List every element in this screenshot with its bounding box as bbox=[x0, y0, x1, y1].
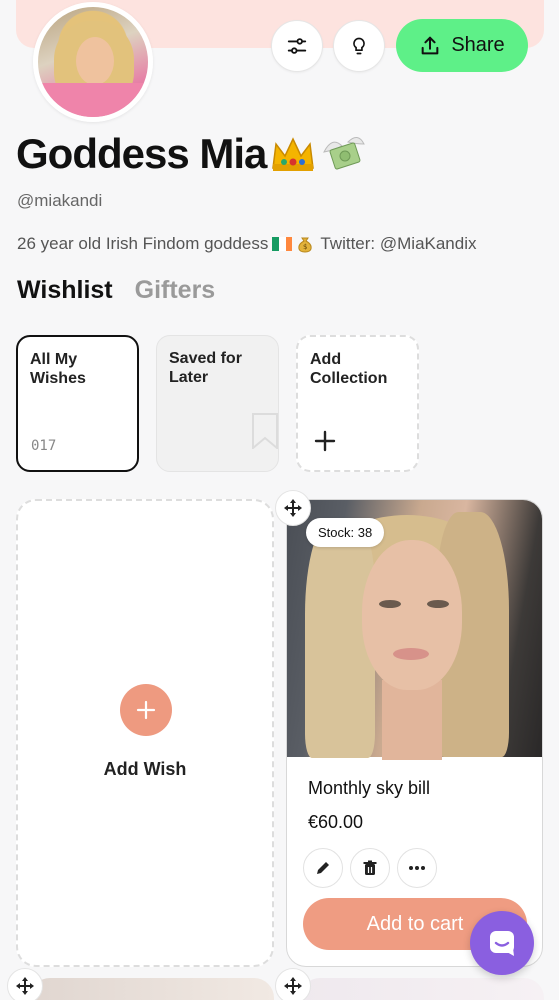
money-with-wings-emoji-icon bbox=[323, 137, 366, 170]
lightbulb-icon bbox=[353, 37, 365, 55]
chat-launcher[interactable] bbox=[470, 911, 534, 975]
chat-icon bbox=[490, 931, 514, 956]
move-icon bbox=[284, 499, 302, 517]
add-collection-button[interactable]: Add Collection bbox=[296, 335, 419, 472]
svg-text:$: $ bbox=[303, 243, 307, 251]
stock-badge: Stock: 38 bbox=[306, 518, 385, 547]
crown-emoji-icon bbox=[272, 137, 315, 171]
bio-twitter: Twitter: @MiaKandix bbox=[320, 234, 477, 253]
filter-button[interactable] bbox=[271, 20, 323, 72]
profile-handle: @miakandi bbox=[17, 191, 103, 210]
next-wish-card[interactable] bbox=[300, 978, 544, 1000]
wish-title: Monthly sky bill bbox=[308, 778, 431, 798]
bookmark-icon bbox=[252, 413, 278, 449]
plus-icon bbox=[314, 430, 336, 452]
ideas-button[interactable] bbox=[333, 20, 385, 72]
move-handle[interactable] bbox=[7, 968, 43, 1000]
move-handle[interactable] bbox=[275, 490, 311, 526]
share-button[interactable]: Share bbox=[396, 19, 528, 72]
collection-count: 017 bbox=[31, 438, 57, 454]
profile-tabs: Wishlist Gifters bbox=[17, 276, 215, 305]
collection-label: Saved for Later bbox=[169, 350, 242, 386]
pencil-icon bbox=[317, 862, 329, 874]
ireland-flag-icon bbox=[272, 237, 293, 251]
trash-icon bbox=[363, 860, 377, 875]
sliders-icon bbox=[287, 38, 307, 54]
collection-label: Add Collection bbox=[310, 351, 388, 387]
profile-name: Goddess Mia bbox=[16, 130, 267, 177]
tab-wishlist[interactable]: Wishlist bbox=[17, 276, 113, 305]
add-wish-card[interactable]: Add Wish bbox=[16, 499, 274, 967]
collection-saved-for-later[interactable]: Saved for Later bbox=[156, 335, 279, 472]
add-wish-label: Add Wish bbox=[103, 759, 187, 779]
move-handle[interactable] bbox=[275, 968, 311, 1000]
add-wish-button[interactable] bbox=[120, 684, 172, 736]
bio-text: 26 year old Irish Findom goddess bbox=[17, 234, 269, 253]
move-icon bbox=[284, 977, 302, 995]
more-icon bbox=[409, 866, 425, 870]
profile-name-row: Goddess Mia bbox=[16, 130, 368, 178]
edit-button[interactable] bbox=[303, 848, 343, 888]
tab-gifters[interactable]: Gifters bbox=[135, 276, 216, 305]
next-wish-card[interactable] bbox=[30, 978, 274, 1000]
plus-icon bbox=[136, 700, 156, 720]
wish-card[interactable]: Stock: 38 Monthly sky bill €60.00 Add to… bbox=[286, 499, 543, 967]
share-label: Share bbox=[451, 34, 505, 56]
avatar bbox=[33, 2, 153, 122]
profile-bio: 26 year old Irish Findom goddess $ Twitt… bbox=[17, 234, 477, 254]
upload-icon bbox=[421, 36, 439, 54]
move-icon bbox=[16, 977, 34, 995]
more-options-button[interactable] bbox=[397, 848, 437, 888]
collection-all-wishes[interactable]: All My Wishes 017 bbox=[16, 335, 139, 472]
wish-price: €60.00 bbox=[308, 812, 364, 832]
delete-button[interactable] bbox=[350, 848, 390, 888]
money-bag-icon: $ bbox=[298, 237, 312, 253]
collection-label: All My Wishes bbox=[30, 351, 86, 387]
